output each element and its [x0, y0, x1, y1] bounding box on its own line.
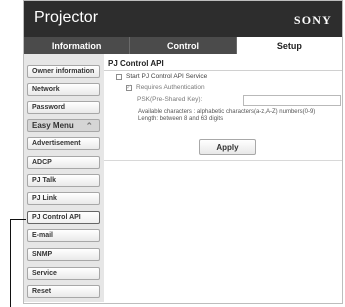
sidebar-item-snmp[interactable]: SNMP: [27, 248, 100, 261]
apply-button[interactable]: Apply: [199, 139, 256, 155]
sidebar-item-label: PJ Talk: [32, 177, 56, 184]
sidebar-item-network[interactable]: Network: [27, 83, 100, 96]
app-window: Projector SONY Information Control Setup…: [23, 0, 343, 304]
app-title: Projector: [34, 9, 99, 26]
sidebar-item-adcp[interactable]: ADCP: [27, 156, 100, 169]
tab-information[interactable]: Information: [24, 37, 131, 54]
requires-auth-row: Requires Authentication: [126, 83, 205, 91]
psk-input[interactable]: [243, 95, 341, 106]
sidebar-item-label: SNMP: [32, 251, 53, 258]
psk-label-row: PSK(Pre-Shared Key):: [137, 96, 202, 103]
title-divider: [104, 70, 342, 71]
sidebar-item-label: Owner information: [32, 68, 95, 75]
app-header: Projector SONY: [24, 1, 342, 37]
sidebar-item-reset[interactable]: Reset: [27, 285, 100, 298]
start-service-checkbox[interactable]: [116, 73, 122, 80]
sidebar-item-label: Reset: [32, 288, 52, 295]
sidebar-item-owner-information[interactable]: Owner information: [27, 65, 100, 78]
sidebar-item-label: ADCP: [32, 159, 52, 166]
apply-divider: [104, 160, 342, 161]
tab-bar: Information Control Setup: [24, 37, 342, 54]
requires-auth-checkbox[interactable]: [126, 83, 132, 91]
sidebar-item-label: Advertisement: [32, 140, 81, 147]
help-length: Length: between 8 and 63 digits: [138, 116, 224, 122]
start-service-row: Start PJ Control API Service: [116, 73, 207, 80]
sidebar-item-pj-control-api[interactable]: PJ Control API: [27, 211, 100, 224]
brand-logo: SONY: [293, 13, 332, 27]
sidebar-item-pj-link[interactable]: PJ Link: [27, 192, 100, 205]
start-service-label: Start PJ Control API Service: [126, 73, 208, 80]
sidebar-item-service[interactable]: Service: [27, 267, 100, 280]
requires-auth-label: Requires Authentication: [136, 84, 205, 91]
sidebar-item-label: Password: [32, 104, 66, 111]
callout-line-horizontal: [10, 219, 26, 220]
sidebar-item-pj-talk[interactable]: PJ Talk: [27, 174, 100, 187]
sidebar-item-label: Easy Menu: [32, 121, 74, 130]
main-content: PJ Control API Start PJ Control API Serv…: [104, 54, 342, 302]
sidebar-item-label: PJ Link: [32, 195, 57, 202]
help-text: Available characters : alphabetic charac…: [138, 109, 315, 123]
psk-label: PSK(Pre-Shared Key):: [137, 96, 203, 103]
tab-setup[interactable]: Setup: [236, 37, 342, 54]
sidebar-item-label: E-mail: [32, 232, 54, 239]
sidebar-item-password[interactable]: Password: [27, 101, 100, 114]
tab-control[interactable]: Control: [130, 37, 237, 54]
sidebar-item-label: PJ Control API: [32, 214, 81, 221]
sidebar-item-label: Network: [32, 86, 60, 93]
sidebar: Owner information Network Password Easy …: [24, 54, 104, 302]
page-title: PJ Control API: [108, 59, 164, 68]
chevron-up-icon: ⌃: [85, 121, 93, 131]
sidebar-group-easy-menu[interactable]: Easy Menu ⌃: [27, 119, 100, 132]
sidebar-item-label: Service: [32, 270, 57, 277]
sidebar-item-advertisement[interactable]: Advertisement: [27, 137, 100, 150]
sidebar-item-email[interactable]: E-mail: [27, 229, 100, 242]
callout-line: [10, 219, 11, 307]
help-characters: Available characters : alphabetic charac…: [138, 109, 316, 115]
